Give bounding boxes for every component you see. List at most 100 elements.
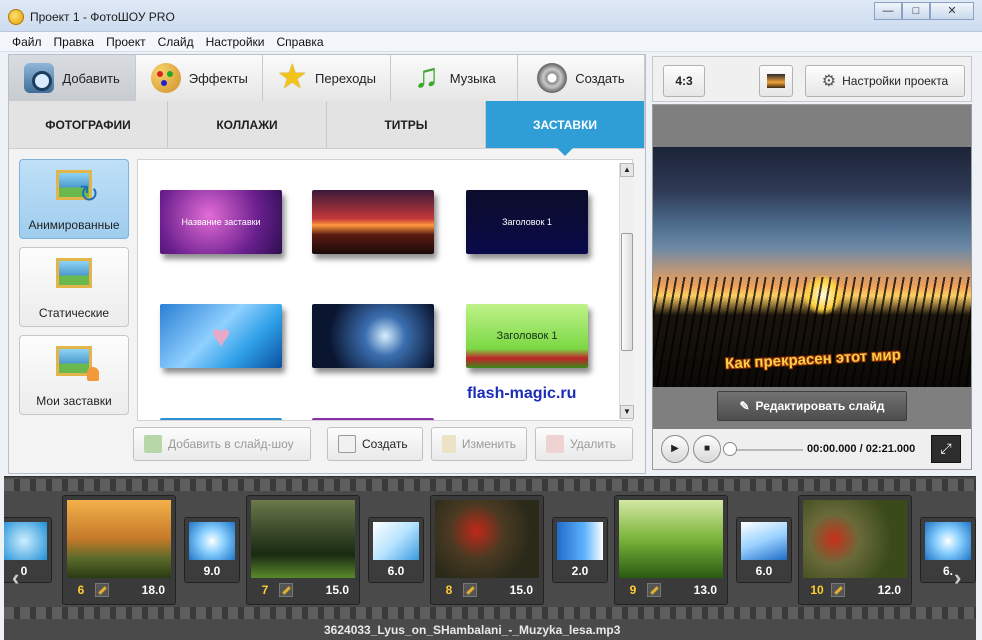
delete-button[interactable]: Удалить [535,427,633,461]
slide-number: 10 [810,583,824,597]
slide-thumbnail [251,500,355,578]
intro-thumb-text: Заголовок 1 [502,217,552,227]
slide-item[interactable]: 10 12.0 [798,495,912,605]
stop-button[interactable]: ■ [693,435,721,463]
tab-transitions-label: Переходы [315,70,376,86]
menu-settings[interactable]: Настройки [200,32,271,51]
pencil-icon[interactable] [463,583,477,597]
transition-item[interactable]: 2.0 [552,517,608,583]
project-settings-button[interactable]: ⚙ Настройки проекта [805,65,965,97]
transition-item[interactable]: 9.0 [184,517,240,583]
edit-slide-button[interactable]: ✎ Редактировать слайд [717,391,907,421]
grass-silhouette [653,277,971,387]
pencil-icon[interactable] [647,583,661,597]
category-animated[interactable]: Анимированные [19,159,129,239]
intro-thumb[interactable]: ♥ [160,304,282,368]
transition-duration: 6.0 [755,564,773,578]
edit-button[interactable]: Изменить [431,427,527,461]
background-button[interactable] [759,65,793,97]
play-button[interactable]: ▶ [661,435,689,463]
menu-slide[interactable]: Слайд [152,32,200,51]
tab-effects[interactable]: Эффекты [136,55,264,101]
intro-thumb-partial[interactable] [160,418,282,420]
left-panel: Добавить Эффекты Переходы Музыка Создать… [8,54,646,474]
film-strip-top [4,479,976,491]
category-list: Анимированные Статические Мои заставки [19,159,131,423]
subtab-photos[interactable]: ФОТОГРАФИИ [9,101,168,148]
menu-file[interactable]: Файл [6,32,48,51]
scroll-left-icon[interactable]: ‹ [12,567,26,591]
slide-number: 7 [261,583,269,597]
close-button[interactable]: ✕ [930,2,974,20]
scroll-down-arrow-icon[interactable]: ▼ [620,405,634,419]
tab-transitions[interactable]: Переходы [263,55,391,101]
time-readout: 00:00.000 / 02:21.000 [807,443,916,455]
intro-thumb-partial[interactable] [312,418,434,420]
intro-thumb[interactable] [312,304,434,368]
disc-icon [537,63,568,93]
subtab-collages[interactable]: КОЛЛАЖИ [168,101,327,148]
intro-thumb[interactable] [312,190,434,254]
heart-icon: ♥ [211,317,231,354]
transition-item[interactable]: 6.0 [736,517,792,583]
transition-thumbnail [557,522,603,560]
edit-icon [442,435,456,453]
seek-track[interactable] [727,449,803,451]
fullscreen-icon[interactable]: ⤢ [931,435,961,463]
slide-thumbnail [435,500,539,578]
timeline: 0 6 18.0 9.0 7 15.0 6.0 8 15.0 2.0 9 13.… [4,476,976,640]
category-mine[interactable]: Мои заставки [19,335,129,415]
transition-thumbnail [741,522,787,560]
scroll-right-icon[interactable]: › [954,567,968,591]
slide-item[interactable]: 9 13.0 [614,495,728,605]
app-icon [8,9,24,25]
category-static[interactable]: Статические [19,247,129,327]
camera-icon [24,63,55,93]
pencil-icon[interactable] [831,583,845,597]
category-static-label: Статические [38,306,110,320]
transition-duration: 2.0 [571,564,589,578]
animated-picture-icon [56,170,99,209]
slide-item[interactable]: 6 18.0 [62,495,176,605]
transition-duration: 9.0 [203,564,221,578]
title-bar: Проект 1 - ФотоШОУ PRO — □ ✕ [0,0,982,32]
scroll-thumb[interactable] [621,233,633,351]
pencil-icon[interactable] [95,583,109,597]
film-strip-bottom [4,607,976,619]
preview-panel: Как прекрасен этот мир ✎ Редактировать с… [652,104,972,470]
menu-project[interactable]: Проект [100,32,152,51]
maximize-button[interactable]: □ [902,2,930,20]
intro-thumb[interactable]: Заголовок 1 [466,304,588,368]
gallery-scrollbar[interactable]: ▲ ▼ [619,163,634,419]
intro-thumb-text: Название заставки [181,217,261,227]
minimize-button[interactable]: — [874,2,902,20]
pencil-icon[interactable] [279,583,293,597]
preview-image: Как прекрасен этот мир [653,147,971,387]
transition-thumbnail [373,522,419,560]
aspect-ratio-button[interactable]: 4:3 [663,65,705,97]
transition-item[interactable]: 6.0 [368,517,424,583]
create-button[interactable]: Создать [327,427,423,461]
image-icon [767,74,785,88]
scroll-up-arrow-icon[interactable]: ▲ [620,163,634,177]
slide-duration: 12.0 [877,583,901,597]
intro-thumb[interactable]: Название заставки [160,190,282,254]
seek-knob[interactable] [723,442,737,456]
subtab-titles[interactable]: ТИТРЫ [327,101,486,148]
tab-create[interactable]: Создать [517,55,646,101]
new-document-icon [338,435,356,453]
slide-item[interactable]: 7 15.0 [246,495,360,605]
gear-icon: ⚙ [821,73,837,90]
add-to-slideshow-button[interactable]: Добавить в слайд-шоу [133,427,311,461]
menu-help[interactable]: Справка [270,32,329,51]
edit-slide-label: Редактировать слайд [755,399,885,413]
tab-add-label: Добавить [62,70,120,86]
tab-music[interactable]: Музыка [390,55,518,101]
subtab-intros[interactable]: ЗАСТАВКИ [486,101,645,156]
menu-edit[interactable]: Правка [48,32,101,51]
action-bar: Добавить в слайд-шоу Создать Изменить Уд… [131,425,641,465]
tab-add[interactable]: Добавить [9,55,137,101]
intro-thumb[interactable]: Заголовок 1 [466,190,588,254]
slide-item[interactable]: 8 15.0 [430,495,544,605]
delete-icon [546,435,564,453]
